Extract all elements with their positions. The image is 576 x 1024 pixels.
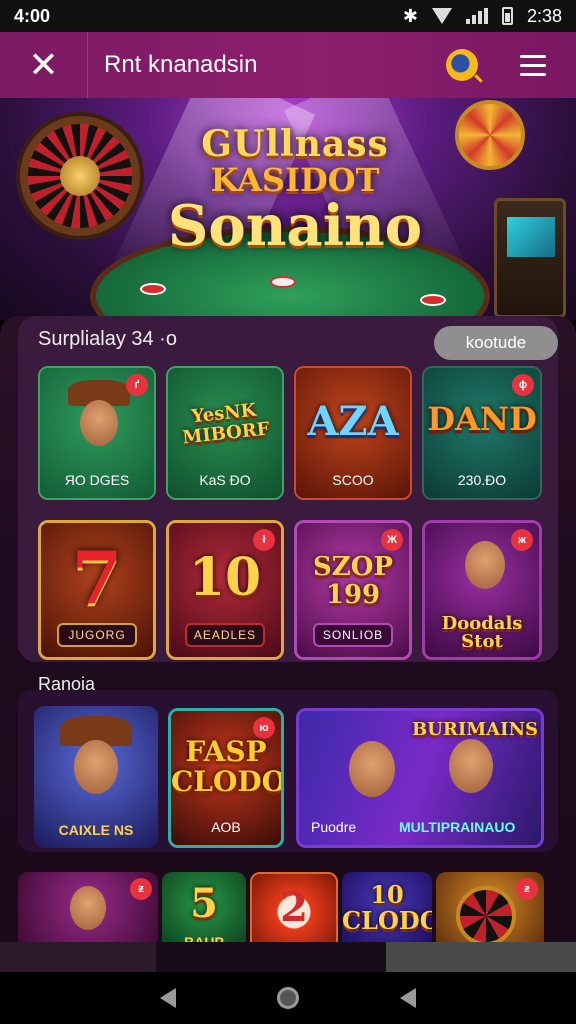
game-title: 10: [188, 547, 262, 608]
chip-icon: [140, 283, 166, 295]
game-title: 5: [190, 880, 218, 927]
game-label: ЯO DGES: [64, 472, 130, 488]
battery-icon: [501, 7, 513, 25]
game-tile[interactable]: YesNK MIBORF KaS ĐO: [166, 366, 284, 500]
game-tile[interactable]: 7 JUGORG: [38, 520, 156, 660]
fortune-wheel-image: [455, 100, 525, 170]
game-title: 10 CLODO: [342, 880, 432, 935]
character-face: [349, 741, 395, 797]
game-tile[interactable]: ґ ЯO DGES: [38, 366, 156, 500]
hero-logo-line1: GUllnass: [201, 123, 389, 165]
app-bar: ✕ Rnt knanadsin: [0, 32, 576, 98]
arcade-machine-image: [494, 198, 566, 318]
back-icon[interactable]: [399, 988, 416, 1008]
game-tile[interactable]: ƶ: [436, 872, 544, 942]
game-label: KaS ĐO: [199, 472, 251, 488]
bluetooth-icon: ✱: [402, 5, 418, 26]
game-tile[interactable]: ł 10 AEADLES: [166, 520, 284, 660]
game-title: AZA: [307, 398, 399, 445]
hero-logo-line2: KASIDOT: [210, 161, 380, 199]
chip-icon: [270, 276, 296, 288]
wifi-icon: [431, 8, 452, 24]
status-bar: 4:00 ✱ 2:38: [0, 0, 576, 32]
bottom-tab[interactable]: [386, 942, 576, 972]
game-tile[interactable]: BURIMAINS Puodre MULTIPRAINAUO: [296, 708, 544, 848]
roulette-wheel-image: [20, 116, 140, 236]
game-title: Doodals Stot: [441, 613, 523, 652]
game-tile[interactable]: ɸ DAND 230.ĐO: [422, 366, 542, 500]
hero-logo: GUllnass KASIDOT Sonaino: [150, 124, 440, 256]
game-tile[interactable]: CAIXLE NS: [34, 706, 158, 848]
roulette-wheel-image: [456, 886, 516, 942]
status-time: 4:00: [14, 5, 51, 26]
game-tile[interactable]: ж Doodals Stot: [422, 520, 542, 660]
hero-logo-line3: Sonaino: [167, 193, 423, 259]
game-title: 2: [280, 884, 308, 931]
game-title: BURIMAINS: [411, 719, 539, 740]
game-title: DAND: [427, 400, 537, 438]
game-label: MULTIPRAINAUO: [399, 819, 516, 835]
game-tile[interactable]: ƶ: [18, 872, 158, 942]
game-label: CAIXLE NS: [58, 822, 134, 838]
bottom-tab[interactable]: [0, 942, 156, 972]
game-tile[interactable]: ю FASP CLODO AOB: [168, 708, 284, 848]
game-label: AEADLES: [185, 623, 265, 647]
close-icon[interactable]: ✕: [0, 32, 88, 98]
app-title: Rnt knanadsin: [104, 51, 258, 78]
filter-button[interactable]: kootude: [434, 326, 558, 360]
badge: ґ: [126, 374, 148, 396]
game-tile[interactable]: Ж SZOP 199 SONLIOB: [294, 520, 412, 660]
home-icon[interactable]: [276, 987, 299, 1009]
badge: ɸ: [512, 374, 534, 396]
hero-banner[interactable]: GUllnass KASIDOT Sonaino: [0, 98, 576, 320]
game-label: 230.ĐO: [457, 472, 507, 488]
game-label: AOB: [211, 819, 241, 835]
game-tile[interactable]: 5 BAUP: [162, 872, 246, 942]
badge: ƶ: [130, 878, 152, 900]
game-tile[interactable]: 2: [250, 872, 338, 942]
signal-icon: [465, 8, 488, 24]
game-label: JUGORG: [57, 623, 137, 647]
game-title: SZOP 199: [313, 552, 393, 610]
games-panel: Surplialay 34 ·o kootude ґ ЯO DGES YesNK…: [0, 316, 576, 942]
game-label: SONLIOB: [313, 623, 393, 647]
back-icon[interactable]: [160, 988, 177, 1008]
game-label: BAUP: [184, 934, 224, 942]
system-nav-bar: [0, 972, 576, 1024]
search-icon[interactable]: [446, 49, 478, 81]
badge: Ж: [381, 529, 403, 551]
game-tile[interactable]: AZA SCOO: [294, 366, 412, 500]
badge: ƶ: [516, 878, 538, 900]
bottom-strip: [0, 942, 576, 972]
game-title: 7: [71, 535, 123, 620]
section-title: Surplialay 34 ·o: [38, 328, 177, 350]
game-title: FASP CLODO: [171, 735, 284, 798]
character-face: [465, 541, 505, 589]
chip-icon: [420, 294, 446, 306]
game-tile[interactable]: 10 CLODO: [342, 872, 432, 942]
status-clock-right: 2:38: [526, 5, 562, 26]
character-face: [449, 739, 493, 793]
menu-icon[interactable]: [520, 54, 546, 76]
game-label: SCOO: [332, 472, 374, 488]
character-face: [70, 886, 106, 930]
badge: ж: [511, 529, 533, 551]
character-face: [74, 740, 118, 794]
game-label: Puodre: [311, 819, 357, 835]
character-face: [80, 400, 118, 446]
